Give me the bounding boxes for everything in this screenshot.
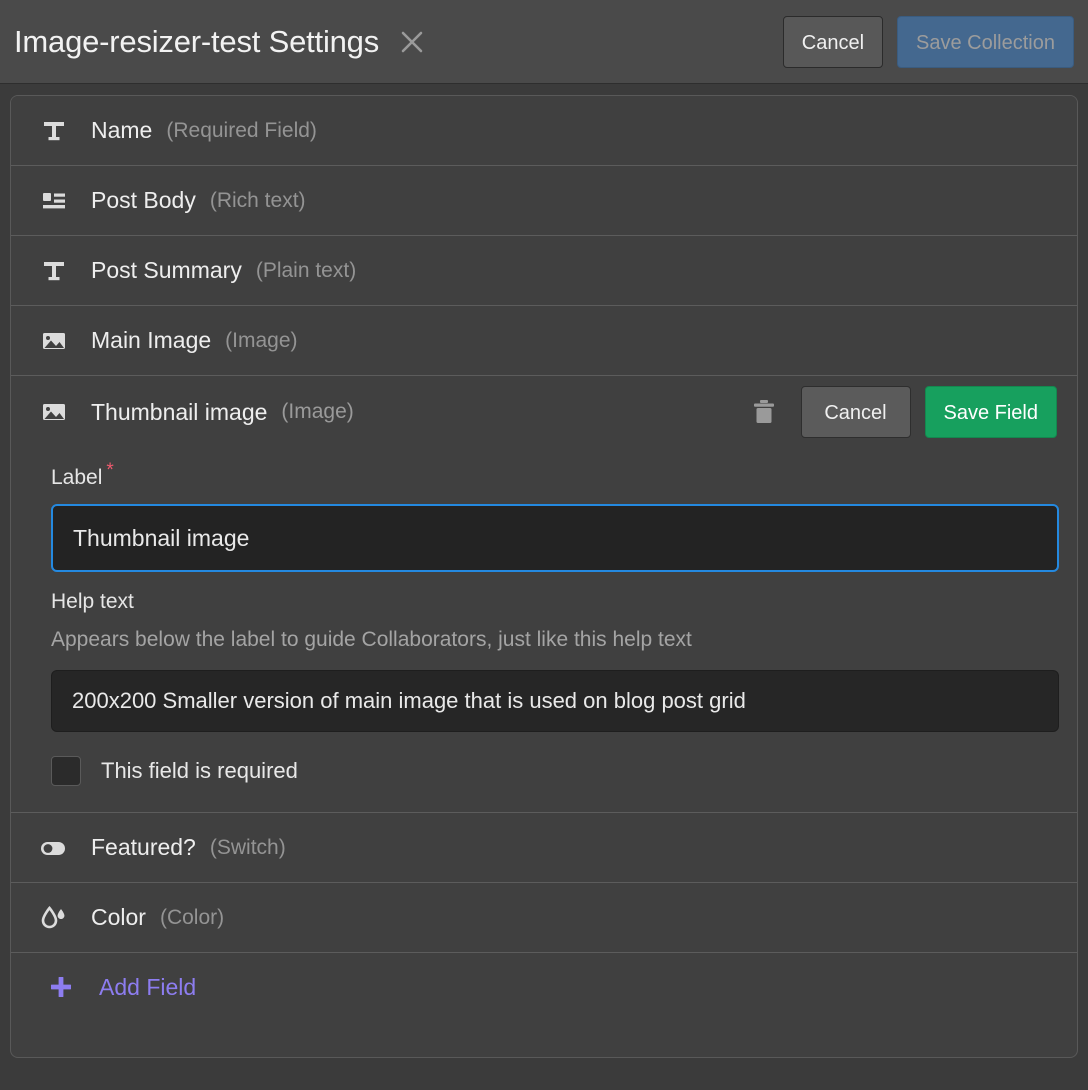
- label-field-label: Label *: [51, 460, 1057, 490]
- rich-text-icon: [37, 184, 71, 218]
- image-icon: [37, 395, 71, 429]
- trash-icon[interactable]: [745, 393, 783, 431]
- field-row-post-summary[interactable]: Post Summary (Plain text): [11, 236, 1077, 306]
- field-name-label: Name: [91, 117, 153, 143]
- save-collection-button[interactable]: Save Collection: [897, 15, 1074, 68]
- cancel-collection-button[interactable]: Cancel: [782, 15, 884, 68]
- field-editor-body: Label* Help text Appears below the label…: [11, 448, 1077, 812]
- field-type-label: (Image): [281, 400, 354, 423]
- field-editor-header: Thumbnail image (Image) Cancel Save Fiel…: [11, 376, 1077, 448]
- field-type-label: (Color): [159, 905, 225, 929]
- help-text-input[interactable]: [51, 670, 1059, 732]
- field-row-main-image[interactable]: Main Image (Image): [11, 306, 1077, 376]
- plus-icon: [47, 973, 75, 1001]
- field-row-color[interactable]: Color (Color): [11, 883, 1077, 953]
- field-name-label: Featured?: [91, 834, 196, 860]
- required-asterisk: *: [106, 460, 114, 481]
- field-name-label: Post Summary: [91, 257, 242, 283]
- required-checkbox[interactable]: [51, 756, 81, 786]
- field-editor-thumbnail-image: Thumbnail image (Image) Cancel Save Fiel…: [11, 376, 1077, 813]
- help-text-label: Help text: [51, 590, 134, 613]
- required-checkbox-label: This field is required: [101, 758, 298, 783]
- add-field-label: Add Field: [99, 973, 197, 1000]
- label-text: Label: [51, 466, 103, 489]
- text-field-icon: [37, 254, 71, 288]
- close-icon[interactable]: [397, 27, 427, 57]
- field-type-label: (Switch): [209, 835, 286, 859]
- field-type-label: (Rich text): [209, 188, 306, 212]
- image-icon: [37, 324, 71, 358]
- field-type-label: (Plain text): [255, 258, 357, 282]
- field-row-name[interactable]: Name (Required Field): [11, 96, 1077, 166]
- field-row-featured[interactable]: Featured? (Switch): [11, 813, 1077, 883]
- text-field-icon: [37, 114, 71, 148]
- required-checkbox-row[interactable]: This field is required: [51, 756, 1057, 786]
- field-type-label: (Required Field): [166, 118, 317, 142]
- help-text-description: Appears below the label to guide Collabo…: [51, 628, 692, 651]
- field-name-label: Main Image: [91, 327, 212, 353]
- field-type-label: (Image): [225, 328, 298, 352]
- field-name-label: Thumbnail image: [91, 398, 268, 425]
- page-title: Image-resizer-test Settings: [14, 23, 380, 59]
- field-name-label: Post Body: [91, 187, 196, 213]
- field-name-label: Color: [91, 904, 146, 930]
- fields-panel: Name (Required Field) Post Body (Rich te…: [10, 95, 1078, 1058]
- cancel-field-button[interactable]: Cancel: [800, 386, 911, 438]
- save-field-button[interactable]: Save Field: [924, 386, 1057, 438]
- color-droplet-icon: [37, 901, 71, 935]
- switch-icon: [37, 831, 71, 865]
- label-input[interactable]: [51, 504, 1059, 572]
- field-row-post-body[interactable]: Post Body (Rich text): [11, 166, 1077, 236]
- add-field-button[interactable]: Add Field: [11, 953, 1077, 1021]
- settings-header: Image-resizer-test Settings Cancel Save …: [0, 0, 1088, 84]
